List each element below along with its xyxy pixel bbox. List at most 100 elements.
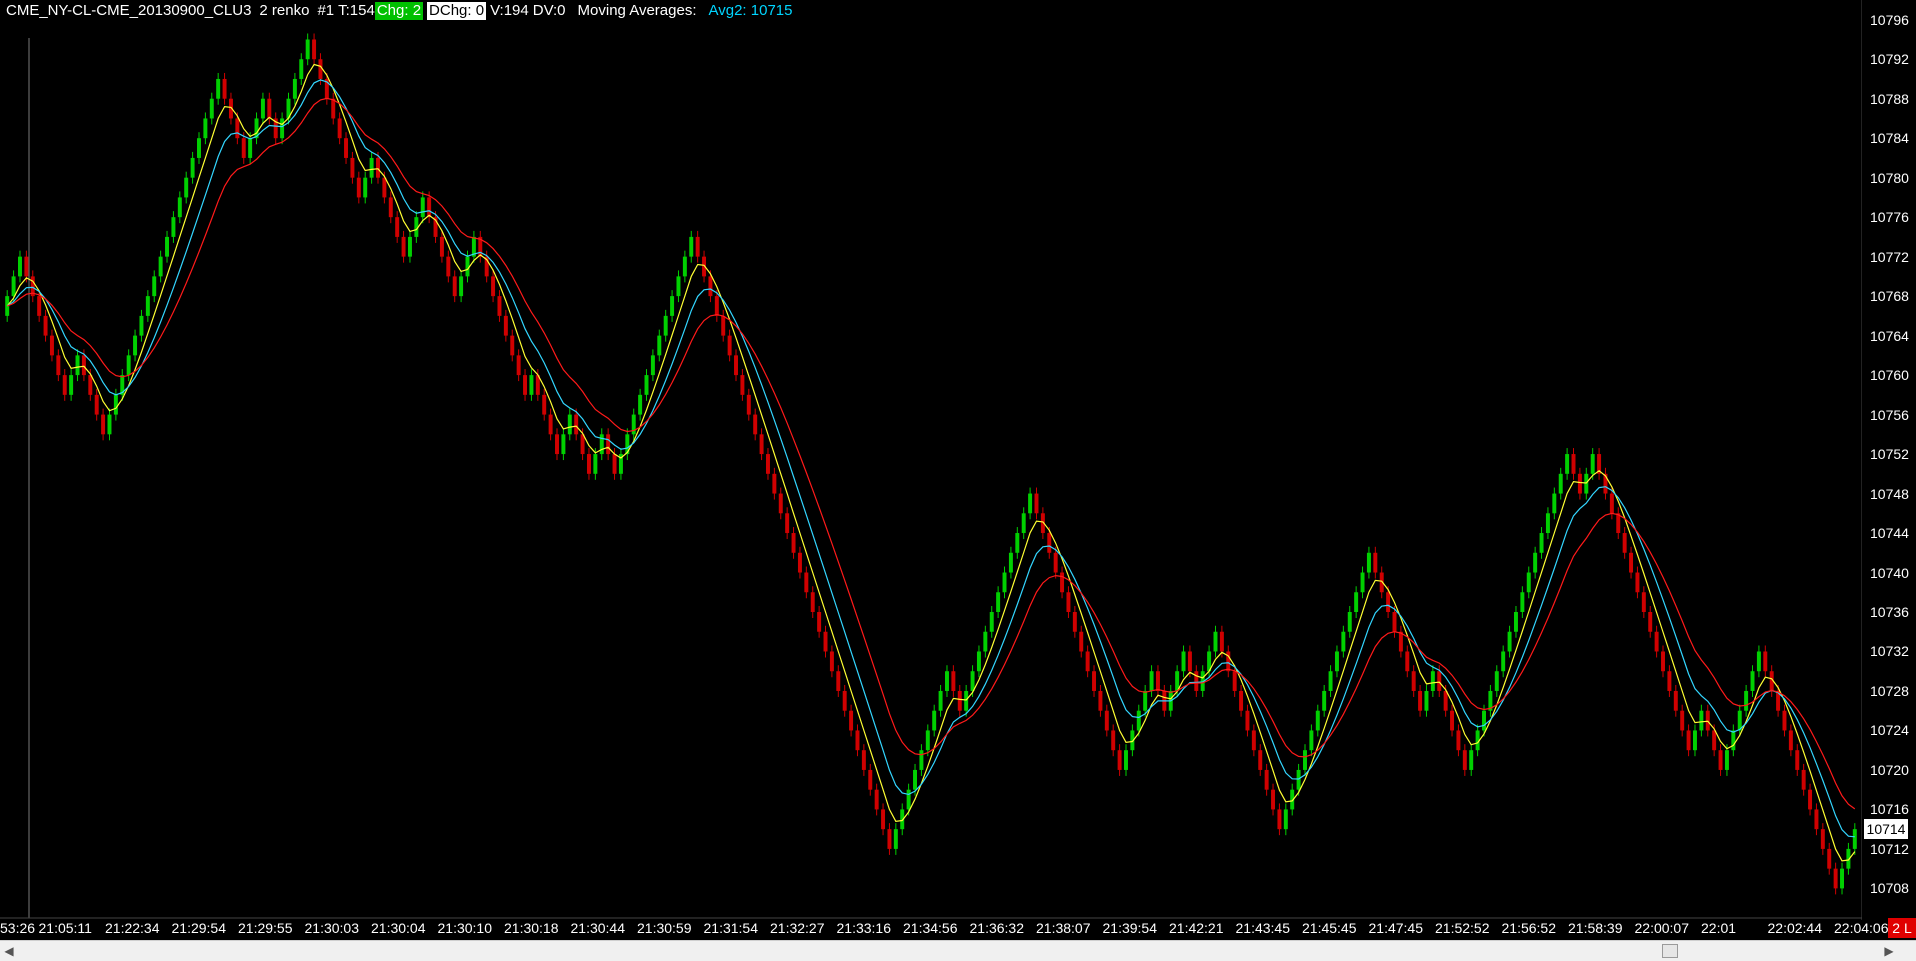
renko-brick-down: [337, 118, 342, 139]
renko-brick-down: [427, 197, 432, 218]
y-tick-label: 10756: [1870, 406, 1909, 423]
renko-brick-up: [184, 177, 189, 198]
renko-brick-up: [1513, 612, 1518, 632]
renko-brick-down: [312, 39, 317, 60]
renko-brick-up: [203, 118, 208, 139]
scroll-left-arrow-icon[interactable]: ◀: [0, 941, 18, 961]
renko-brick-down: [1443, 690, 1448, 711]
y-tick-label: 10752: [1870, 446, 1909, 463]
renko-brick-up: [1565, 454, 1570, 474]
scroll-right-arrow-icon[interactable]: ▶: [1880, 941, 1898, 961]
bar-type-label: 2 renko: [259, 2, 310, 19]
renko-brick-down: [829, 651, 834, 672]
x-tick-label: 21:30:59: [637, 920, 692, 936]
renko-brick-up: [1315, 710, 1320, 731]
renko-brick-down: [1258, 750, 1263, 770]
renko-brick-down: [1373, 552, 1378, 573]
renko-brick-down: [1577, 473, 1582, 494]
x-tick-label: 21:58:39: [1568, 920, 1623, 936]
renko-brick-down: [56, 355, 61, 376]
dv-label: DV:0: [532, 2, 566, 19]
renko-brick-down: [1450, 710, 1455, 731]
renko-brick-down: [1456, 730, 1461, 751]
renko-brick-down: [516, 355, 521, 376]
x-tick-label: 21:52:52: [1435, 920, 1490, 936]
renko-brick-up: [682, 256, 687, 277]
y-tick-label: 10788: [1870, 90, 1909, 107]
renko-brick-up: [567, 414, 572, 435]
y-tick-label: 10768: [1870, 288, 1909, 305]
renko-brick-up: [1334, 651, 1339, 672]
renko-brick-up: [996, 592, 1001, 612]
renko-brick-down: [1705, 710, 1710, 731]
renko-brick-down: [740, 375, 745, 395]
renko-brick-up: [113, 394, 118, 415]
renko-brick-down: [101, 414, 106, 435]
y-tick-label: 10792: [1870, 51, 1909, 68]
price-scale[interactable]: 10708 10712 10716 10720 10724 10728 10732 10736…: [1862, 0, 1916, 920]
x-tick-label: 21:29:54: [171, 920, 227, 936]
renko-brick-up: [689, 236, 694, 257]
daily-change-badge: DChg: 0: [427, 2, 487, 20]
renko-brick-up: [983, 631, 988, 652]
renko-brick-down: [1072, 612, 1077, 632]
renko-brick-up: [1692, 730, 1697, 751]
renko-brick-up: [171, 217, 176, 237]
renko-brick-down: [855, 730, 860, 751]
renko-brick-down: [1629, 552, 1634, 573]
renko-brick-up: [989, 612, 994, 632]
scrollbar-thumb[interactable]: [1662, 944, 1678, 958]
renko-brick-up: [1303, 750, 1307, 770]
x-tick-label: 21:29:55: [238, 920, 293, 936]
y-tick-label: 10740: [1870, 564, 1909, 581]
renko-brick-up: [1852, 829, 1857, 849]
renko-brick-down: [491, 276, 496, 297]
price-plot-area[interactable]: [0, 0, 1862, 920]
renko-brick-down: [772, 473, 777, 494]
renko-brick-down: [721, 315, 726, 336]
renko-brick-down: [356, 177, 361, 198]
renko-brick-up: [919, 750, 924, 770]
renko-brick-down: [1801, 769, 1806, 790]
renko-brick-down: [94, 394, 99, 415]
renko-brick-up: [1731, 730, 1736, 751]
renko-brick-up: [1296, 769, 1301, 790]
renko-brick-up: [1008, 552, 1013, 573]
renko-brick-up: [529, 375, 534, 395]
renko-brick-down: [88, 375, 93, 395]
renko-brick-up: [638, 394, 643, 415]
renko-brick-down: [580, 434, 585, 455]
renko-brick-up: [11, 276, 16, 297]
renko-brick-down: [804, 572, 809, 593]
renko-brick-down: [43, 315, 48, 336]
renko-brick-down: [1680, 710, 1685, 731]
renko-brick-down: [1814, 809, 1819, 830]
renko-brick-up: [1181, 651, 1186, 672]
x-tick-label: 21:30:03: [304, 920, 360, 936]
x-tick-label: 21:33:16: [836, 920, 892, 936]
renko-brick-down: [62, 375, 67, 395]
renko-brick-down: [241, 138, 246, 158]
renko-brick-up: [925, 730, 930, 751]
renko-brick-down: [1654, 631, 1659, 652]
y-tick-label: 10760: [1870, 367, 1909, 384]
mode-badge[interactable]: 2 L: [1888, 918, 1916, 938]
renko-brick-down: [1616, 513, 1621, 534]
renko-brick-up: [1136, 710, 1141, 731]
renko-brick-down: [439, 236, 444, 257]
renko-brick-down: [1034, 493, 1039, 514]
renko-brick-down: [1047, 533, 1052, 553]
renko-brick-down: [881, 809, 886, 830]
renko-brick-down: [1405, 651, 1410, 672]
x-tick-label: 21:47:45: [1368, 920, 1424, 936]
renko-brick-up: [964, 690, 969, 711]
renko-brick-up: [1028, 493, 1033, 514]
horizontal-scrollbar[interactable]: ◀ ▶: [0, 940, 1916, 961]
renko-brick-down: [542, 394, 547, 415]
renko-brick-down: [1098, 690, 1103, 711]
renko-brick-up: [1002, 572, 1007, 593]
renko-brick-up: [1501, 651, 1506, 672]
x-tick-label: 21:34:56: [903, 920, 958, 936]
renko-brick-down: [1411, 671, 1416, 691]
renko-brick-up: [1552, 493, 1557, 514]
